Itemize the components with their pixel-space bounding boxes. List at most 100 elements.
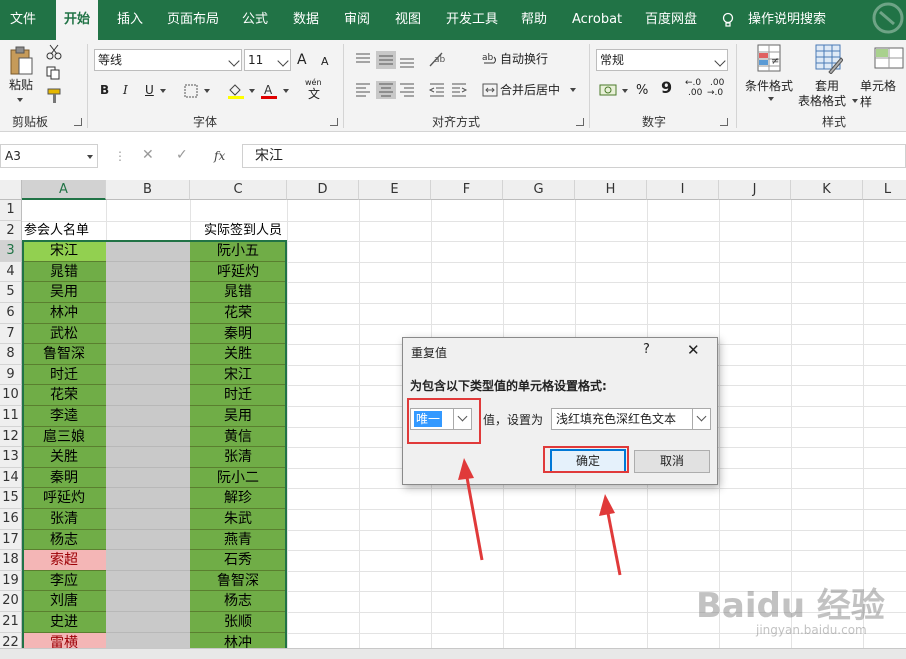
shrink-font-button[interactable]: A	[321, 54, 329, 70]
row-header-4[interactable]: 4	[0, 261, 22, 283]
row-header-6[interactable]: 6	[0, 303, 22, 324]
comma-style-button[interactable]: 9	[661, 80, 672, 96]
number-format-select[interactable]: 常规	[596, 49, 728, 71]
row-header-13[interactable]: 13	[0, 447, 22, 468]
row-header-20[interactable]: 20	[0, 591, 22, 612]
cell-styles-icon[interactable]	[874, 44, 904, 74]
tab-review[interactable]: 审阅	[344, 0, 370, 40]
close-icon[interactable]: ✕	[687, 341, 700, 359]
row-header-12[interactable]: 12	[0, 426, 22, 448]
row-header-15[interactable]: 15	[0, 488, 22, 509]
format-style-select[interactable]: 浅红填充色深红色文本	[551, 408, 711, 430]
column-header-g[interactable]: G	[503, 180, 575, 200]
merge-center-button[interactable]: 合并后居中	[500, 82, 560, 98]
decrease-decimal-button[interactable]: →.0	[707, 88, 723, 99]
column-header-i[interactable]: I	[647, 180, 719, 200]
tab-acrobat[interactable]: Acrobat	[572, 0, 622, 40]
font-color-icon[interactable]: A	[260, 82, 278, 100]
fill-color-dropdown-icon[interactable]	[249, 89, 255, 93]
tab-data[interactable]: 数据	[293, 0, 319, 40]
alignment-launcher-icon[interactable]	[576, 118, 584, 126]
tab-developer[interactable]: 开发工具	[446, 0, 498, 40]
wrap-text-icon[interactable]: ab	[482, 50, 498, 66]
grow-font-button[interactable]: A	[297, 52, 307, 68]
font-color-dropdown-icon[interactable]	[283, 89, 289, 93]
phonetic-guide-button[interactable]: 文	[308, 86, 320, 102]
orientation-icon[interactable]: ab	[428, 50, 456, 68]
tab-insert[interactable]: 插入	[117, 0, 143, 40]
indent-icons[interactable]	[428, 82, 470, 98]
select-all-corner[interactable]	[0, 180, 22, 200]
column-header-d[interactable]: D	[287, 180, 359, 200]
cell-c2[interactable]: 实际签到人员	[190, 221, 286, 242]
row-header-1[interactable]: 1	[0, 200, 22, 221]
row-header-18[interactable]: 18	[0, 550, 22, 571]
tab-baidu-netdisk[interactable]: 百度网盘	[645, 0, 697, 40]
border-icon[interactable]	[184, 84, 198, 98]
tab-page-layout[interactable]: 页面布局	[167, 0, 219, 40]
row-header-5[interactable]: 5	[0, 282, 22, 303]
italic-button[interactable]: I	[123, 82, 128, 98]
copy-icon[interactable]	[46, 66, 62, 80]
name-box[interactable]: A3	[0, 144, 98, 168]
cancel-button[interactable]: 取消	[634, 450, 710, 473]
column-header-a[interactable]: A	[22, 180, 106, 200]
insert-function-button[interactable]: fx	[214, 148, 225, 164]
merge-center-icon[interactable]	[482, 82, 498, 98]
merge-dropdown-icon[interactable]	[570, 88, 576, 92]
tab-formulas[interactable]: 公式	[242, 0, 268, 40]
chevron-down-icon[interactable]	[692, 409, 710, 429]
cell-a2[interactable]: 参会人名单	[22, 221, 106, 242]
format-as-table-dropdown-icon[interactable]	[852, 99, 858, 103]
font-size-select[interactable]: 11	[244, 49, 291, 71]
paste-button[interactable]: 粘贴	[9, 77, 33, 93]
help-button[interactable]: ?	[643, 342, 650, 357]
tab-file[interactable]: 文件	[10, 0, 36, 40]
row-header-17[interactable]: 17	[0, 529, 22, 551]
accounting-format-icon[interactable]	[599, 82, 619, 98]
row-header-19[interactable]: 19	[0, 570, 22, 592]
column-header-e[interactable]: E	[359, 180, 431, 200]
conditional-formatting-button[interactable]: 条件格式	[745, 78, 793, 94]
tab-home[interactable]: 开始	[56, 0, 99, 42]
row-header-8[interactable]: 8	[0, 344, 22, 365]
column-header-k[interactable]: K	[791, 180, 863, 200]
accounting-dropdown-icon[interactable]	[622, 89, 628, 93]
vertical-align-icons[interactable]	[354, 51, 416, 69]
row-header-10[interactable]: 10	[0, 385, 22, 406]
row-header-9[interactable]: 9	[0, 364, 22, 386]
conditional-formatting-dropdown-icon[interactable]	[768, 97, 774, 101]
column-header-c[interactable]: C	[190, 180, 287, 200]
percent-style-button[interactable]: %	[636, 83, 648, 99]
formula-input[interactable]: 宋江	[242, 144, 906, 168]
paste-dropdown-icon[interactable]	[17, 98, 23, 102]
cut-icon[interactable]	[46, 44, 62, 60]
format-as-table-button[interactable]: 表格格式	[798, 93, 846, 109]
column-header-h[interactable]: H	[575, 180, 647, 200]
underline-dropdown-icon[interactable]	[160, 89, 166, 93]
row-header-3[interactable]: 3	[0, 241, 22, 262]
fill-color-icon[interactable]	[227, 82, 245, 100]
column-header-l[interactable]: L	[863, 180, 906, 200]
row-header-7[interactable]: 7	[0, 323, 22, 345]
bold-button[interactable]: B	[100, 82, 109, 98]
column-header-j[interactable]: J	[719, 180, 791, 200]
column-header-f[interactable]: F	[431, 180, 503, 200]
underline-button[interactable]: U	[145, 82, 154, 98]
row-header-14[interactable]: 14	[0, 467, 22, 489]
paste-icon[interactable]	[9, 46, 33, 76]
row-header-21[interactable]: 21	[0, 612, 22, 633]
border-dropdown-icon[interactable]	[204, 89, 210, 93]
font-launcher-icon[interactable]	[330, 118, 338, 126]
increase-decimal-button[interactable]: .00	[688, 88, 702, 99]
clipboard-launcher-icon[interactable]	[74, 118, 82, 126]
row-header-16[interactable]: 16	[0, 509, 22, 530]
number-launcher-icon[interactable]	[720, 118, 728, 126]
column-header-b[interactable]: B	[106, 180, 190, 200]
row-header-2[interactable]: 2	[0, 220, 22, 242]
tell-me-search[interactable]: 操作说明搜索	[748, 0, 826, 40]
name-box-dropdown-icon[interactable]	[87, 155, 93, 159]
horizontal-align-icons[interactable]	[354, 81, 416, 99]
format-painter-icon[interactable]	[46, 88, 64, 104]
confirm-edit-icon[interactable]: ✓	[176, 147, 188, 163]
